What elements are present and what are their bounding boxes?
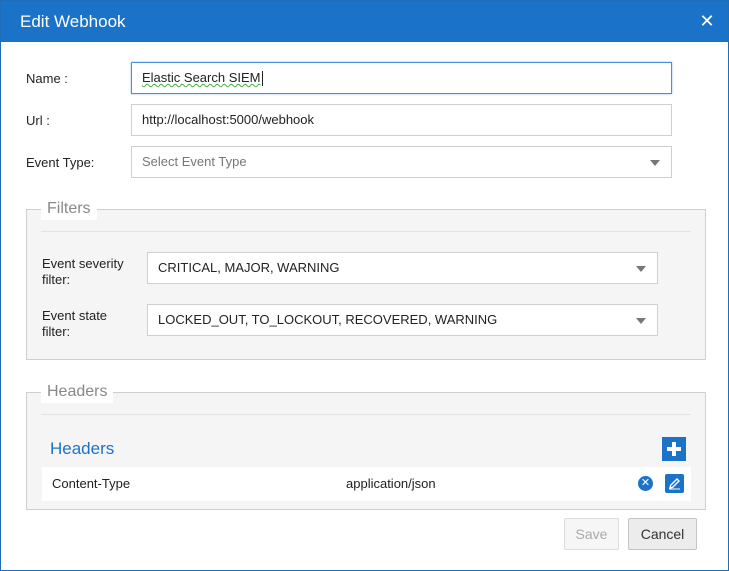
severity-filter-label: Event severity filter:: [42, 256, 124, 288]
filters-legend: Filters: [41, 198, 97, 220]
url-input[interactable]: http://localhost:5000/webhook: [131, 104, 672, 136]
chevron-down-icon: [650, 160, 660, 166]
filters-fieldset: Filters Event severity filter: CRITICAL,…: [26, 198, 706, 360]
headers-legend: Headers: [41, 381, 114, 403]
severity-filter-select[interactable]: CRITICAL, MAJOR, WARNING: [147, 252, 658, 284]
state-filter-label: Event state filter:: [42, 308, 107, 340]
severity-filter-value: CRITICAL, MAJOR, WARNING: [158, 260, 340, 275]
pencil-icon-glyph: [669, 478, 680, 490]
dialog-body: Name : Elastic Search SIEM Url : http://…: [11, 42, 718, 570]
remove-circle-icon[interactable]: ✕: [638, 476, 653, 491]
header-key: Content-Type: [52, 476, 131, 491]
headers-panel-header: Headers: [42, 431, 691, 467]
state-filter-label-line2: filter:: [42, 324, 71, 339]
chevron-down-icon: [636, 266, 646, 272]
name-label: Name :: [26, 71, 68, 86]
header-value: application/json: [346, 476, 436, 491]
event-type-placeholder: Select Event Type: [142, 154, 247, 169]
text-cursor: [261, 71, 263, 87]
plus-icon[interactable]: [662, 437, 686, 461]
save-button[interactable]: Save: [564, 518, 619, 550]
url-input-value: http://localhost:5000/webhook: [142, 112, 315, 127]
severity-filter-label-line1: Event severity: [42, 256, 124, 271]
cancel-button[interactable]: Cancel: [628, 518, 697, 550]
dialog-titlebar: Edit Webhook ✕: [1, 1, 728, 42]
state-filter-value: LOCKED_OUT, TO_LOCKOUT, RECOVERED, WARNI…: [158, 312, 498, 327]
filters-divider: [41, 231, 691, 232]
edit-webhook-dialog: Edit Webhook ✕ Name : Elastic Search SIE…: [0, 0, 729, 571]
event-type-select[interactable]: Select Event Type: [131, 146, 672, 178]
chevron-down-icon: [636, 318, 646, 324]
state-filter-label-line1: Event state: [42, 308, 108, 323]
headers-divider: [41, 414, 691, 415]
name-input[interactable]: Elastic Search SIEM: [131, 62, 672, 94]
event-type-label: Event Type:: [26, 155, 95, 170]
headers-fieldset: Headers Headers Content-Type application…: [26, 381, 706, 510]
severity-filter-label-line2: filter:: [42, 272, 71, 287]
name-input-value: Elastic Search SIEM: [142, 70, 261, 85]
url-label: Url :: [26, 113, 50, 128]
close-icon[interactable]: ✕: [698, 12, 716, 30]
dialog-title: Edit Webhook: [20, 12, 126, 31]
table-row: Content-Type application/json ✕: [42, 467, 691, 501]
pencil-icon[interactable]: [665, 474, 684, 493]
headers-panel-title: Headers: [50, 439, 115, 458]
state-filter-select[interactable]: LOCKED_OUT, TO_LOCKOUT, RECOVERED, WARNI…: [147, 304, 658, 336]
